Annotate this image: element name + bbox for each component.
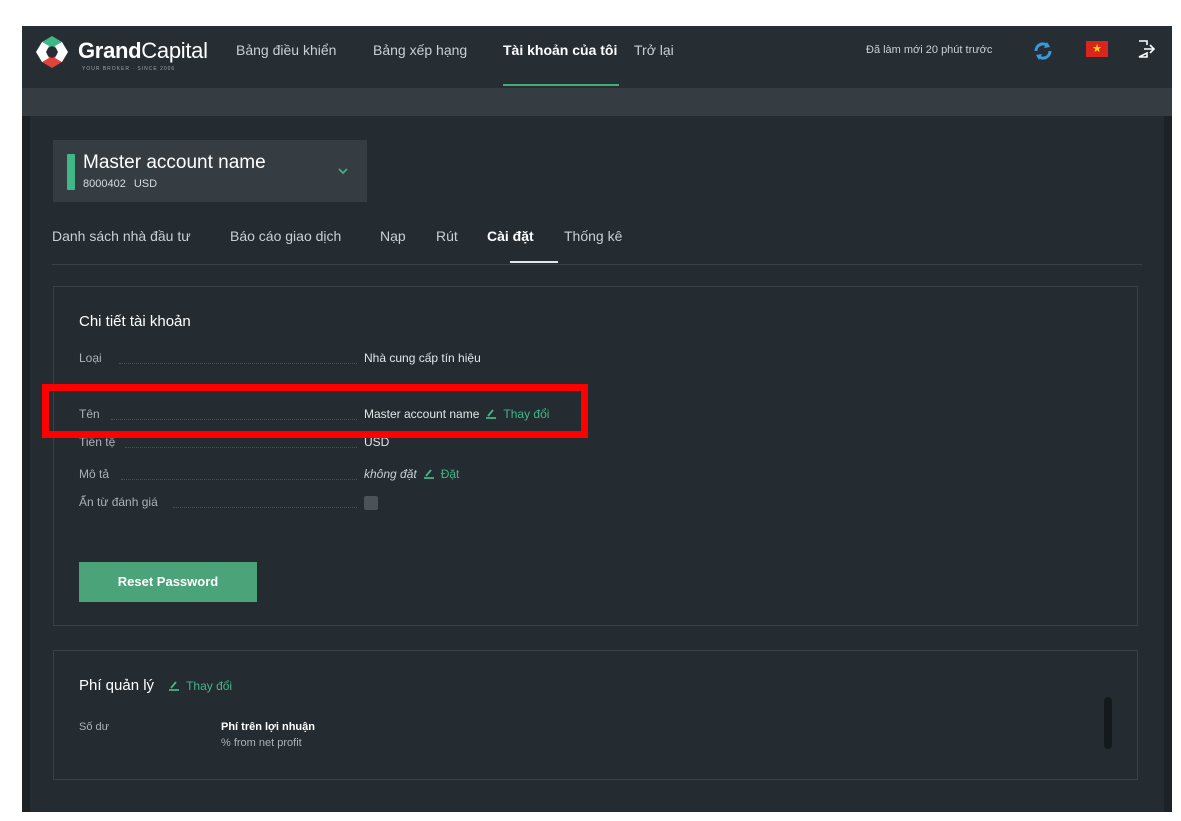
tab-statistics[interactable]: Thống kê xyxy=(564,228,622,244)
dotted-leader xyxy=(111,419,357,420)
pencil-icon[interactable] xyxy=(485,409,497,419)
nav-leaderboard[interactable]: Bảng xếp hạng xyxy=(373,42,467,58)
reset-password-button[interactable]: Reset Password xyxy=(79,562,257,602)
detail-row-type: Loại Nhà cung cấp tín hiệu xyxy=(79,351,1109,371)
change-name-link[interactable]: Thay đổi xyxy=(503,407,549,421)
scrollbar-thumb[interactable] xyxy=(1104,697,1112,749)
account-tabs: Danh sách nhà đầu tư Báo cáo giao dịch N… xyxy=(52,228,1142,265)
detail-label: Tiền tệ xyxy=(79,435,116,449)
account-details-panel: Chi tiết tài khoản Loại Nhà cung cấp tín… xyxy=(53,286,1138,626)
sub-header-bar xyxy=(22,88,1172,116)
detail-row-name: Tên Master account name Thay đổi xyxy=(79,407,1109,427)
pencil-icon[interactable] xyxy=(423,469,435,479)
chevron-down-icon[interactable] xyxy=(337,166,349,176)
management-fee-title: Phí quản lý Thay đổi xyxy=(79,677,232,694)
tab-deposit[interactable]: Nạp xyxy=(380,228,406,244)
tab-trade-report[interactable]: Báo cáo giao dịch xyxy=(230,228,341,244)
tab-active-indicator xyxy=(510,261,558,263)
management-fee-heading: Phí quản lý xyxy=(79,677,155,694)
management-fee-panel: Phí quản lý Thay đổi Số dư Phí trên lợi n… xyxy=(53,650,1138,780)
vietnam-flag-icon[interactable]: ★ xyxy=(1086,41,1108,57)
nav-active-indicator xyxy=(503,84,619,86)
tab-investors[interactable]: Danh sách nhà đầu tư xyxy=(52,228,191,244)
main-content: Master account name 8000402 USD Danh sách… xyxy=(30,116,1164,812)
top-navbar: GrandCapital YOUR BROKER · SINCE 2006 Bả… xyxy=(22,26,1172,88)
logo-mark-icon xyxy=(36,36,68,68)
account-details-title: Chi tiết tài khoản xyxy=(79,313,191,330)
detail-label: Tên xyxy=(79,407,100,421)
detail-value: USD xyxy=(364,435,390,449)
brand-tagline: YOUR BROKER · SINCE 2006 xyxy=(82,66,176,72)
detail-label: Loại xyxy=(79,351,102,365)
logout-icon[interactable] xyxy=(1136,39,1156,59)
account-meta: 8000402 USD xyxy=(83,178,165,190)
balance-column-header: Số dư xyxy=(79,721,109,733)
detail-label: Ẩn từ đánh giá xyxy=(79,495,158,509)
grandcapital-logo[interactable]: GrandCapital YOUR BROKER · SINCE 2006 xyxy=(32,32,212,76)
change-fee-link[interactable]: Thay đổi xyxy=(186,679,232,693)
dotted-leader xyxy=(121,479,357,480)
set-description-link[interactable]: Đặt xyxy=(441,467,460,481)
profit-fee-subtitle: % from net profit xyxy=(221,737,302,749)
hide-from-rating-checkbox[interactable] xyxy=(364,496,378,510)
account-number: 8000402 xyxy=(83,178,126,190)
nav-my-account[interactable]: Tài khoản của tôi xyxy=(503,42,617,58)
detail-label: Mô tả xyxy=(79,467,110,481)
detail-row-currency: Tiền tệ USD xyxy=(79,435,1109,455)
detail-row-hide-rating: Ẩn từ đánh giá xyxy=(79,495,1109,515)
account-name-value: Master account name xyxy=(364,407,480,421)
pencil-icon[interactable] xyxy=(168,681,180,691)
refresh-status: Đã làm mới 20 phút trước xyxy=(866,44,993,56)
profit-fee-column-header: Phí trên lợi nhuận xyxy=(221,721,315,733)
nav-dashboard[interactable]: Bảng điều khiển xyxy=(236,42,336,58)
account-name: Master account name xyxy=(83,152,266,173)
dotted-leader xyxy=(173,507,357,508)
nav-back[interactable]: Trở lại xyxy=(634,42,674,58)
detail-value: Nhà cung cấp tín hiệu xyxy=(364,351,481,365)
account-currency: USD xyxy=(133,178,158,190)
dotted-leader xyxy=(119,363,357,364)
refresh-icon[interactable] xyxy=(1032,40,1054,62)
account-selector[interactable]: Master account name 8000402 USD xyxy=(53,140,367,202)
account-color-bar xyxy=(67,154,75,190)
detail-value-row: không đặt Đặt xyxy=(364,467,459,481)
tab-withdraw[interactable]: Rút xyxy=(436,228,458,244)
dotted-leader xyxy=(125,447,357,448)
app-window: GrandCapital YOUR BROKER · SINCE 2006 Bả… xyxy=(22,26,1172,812)
detail-value-row: Master account name Thay đổi xyxy=(364,407,549,421)
detail-row-description: Mô tả không đặt Đặt xyxy=(79,467,1109,487)
brand-name: GrandCapital xyxy=(78,38,208,63)
tab-settings[interactable]: Cài đặt xyxy=(487,228,534,244)
description-value: không đặt xyxy=(364,467,417,481)
